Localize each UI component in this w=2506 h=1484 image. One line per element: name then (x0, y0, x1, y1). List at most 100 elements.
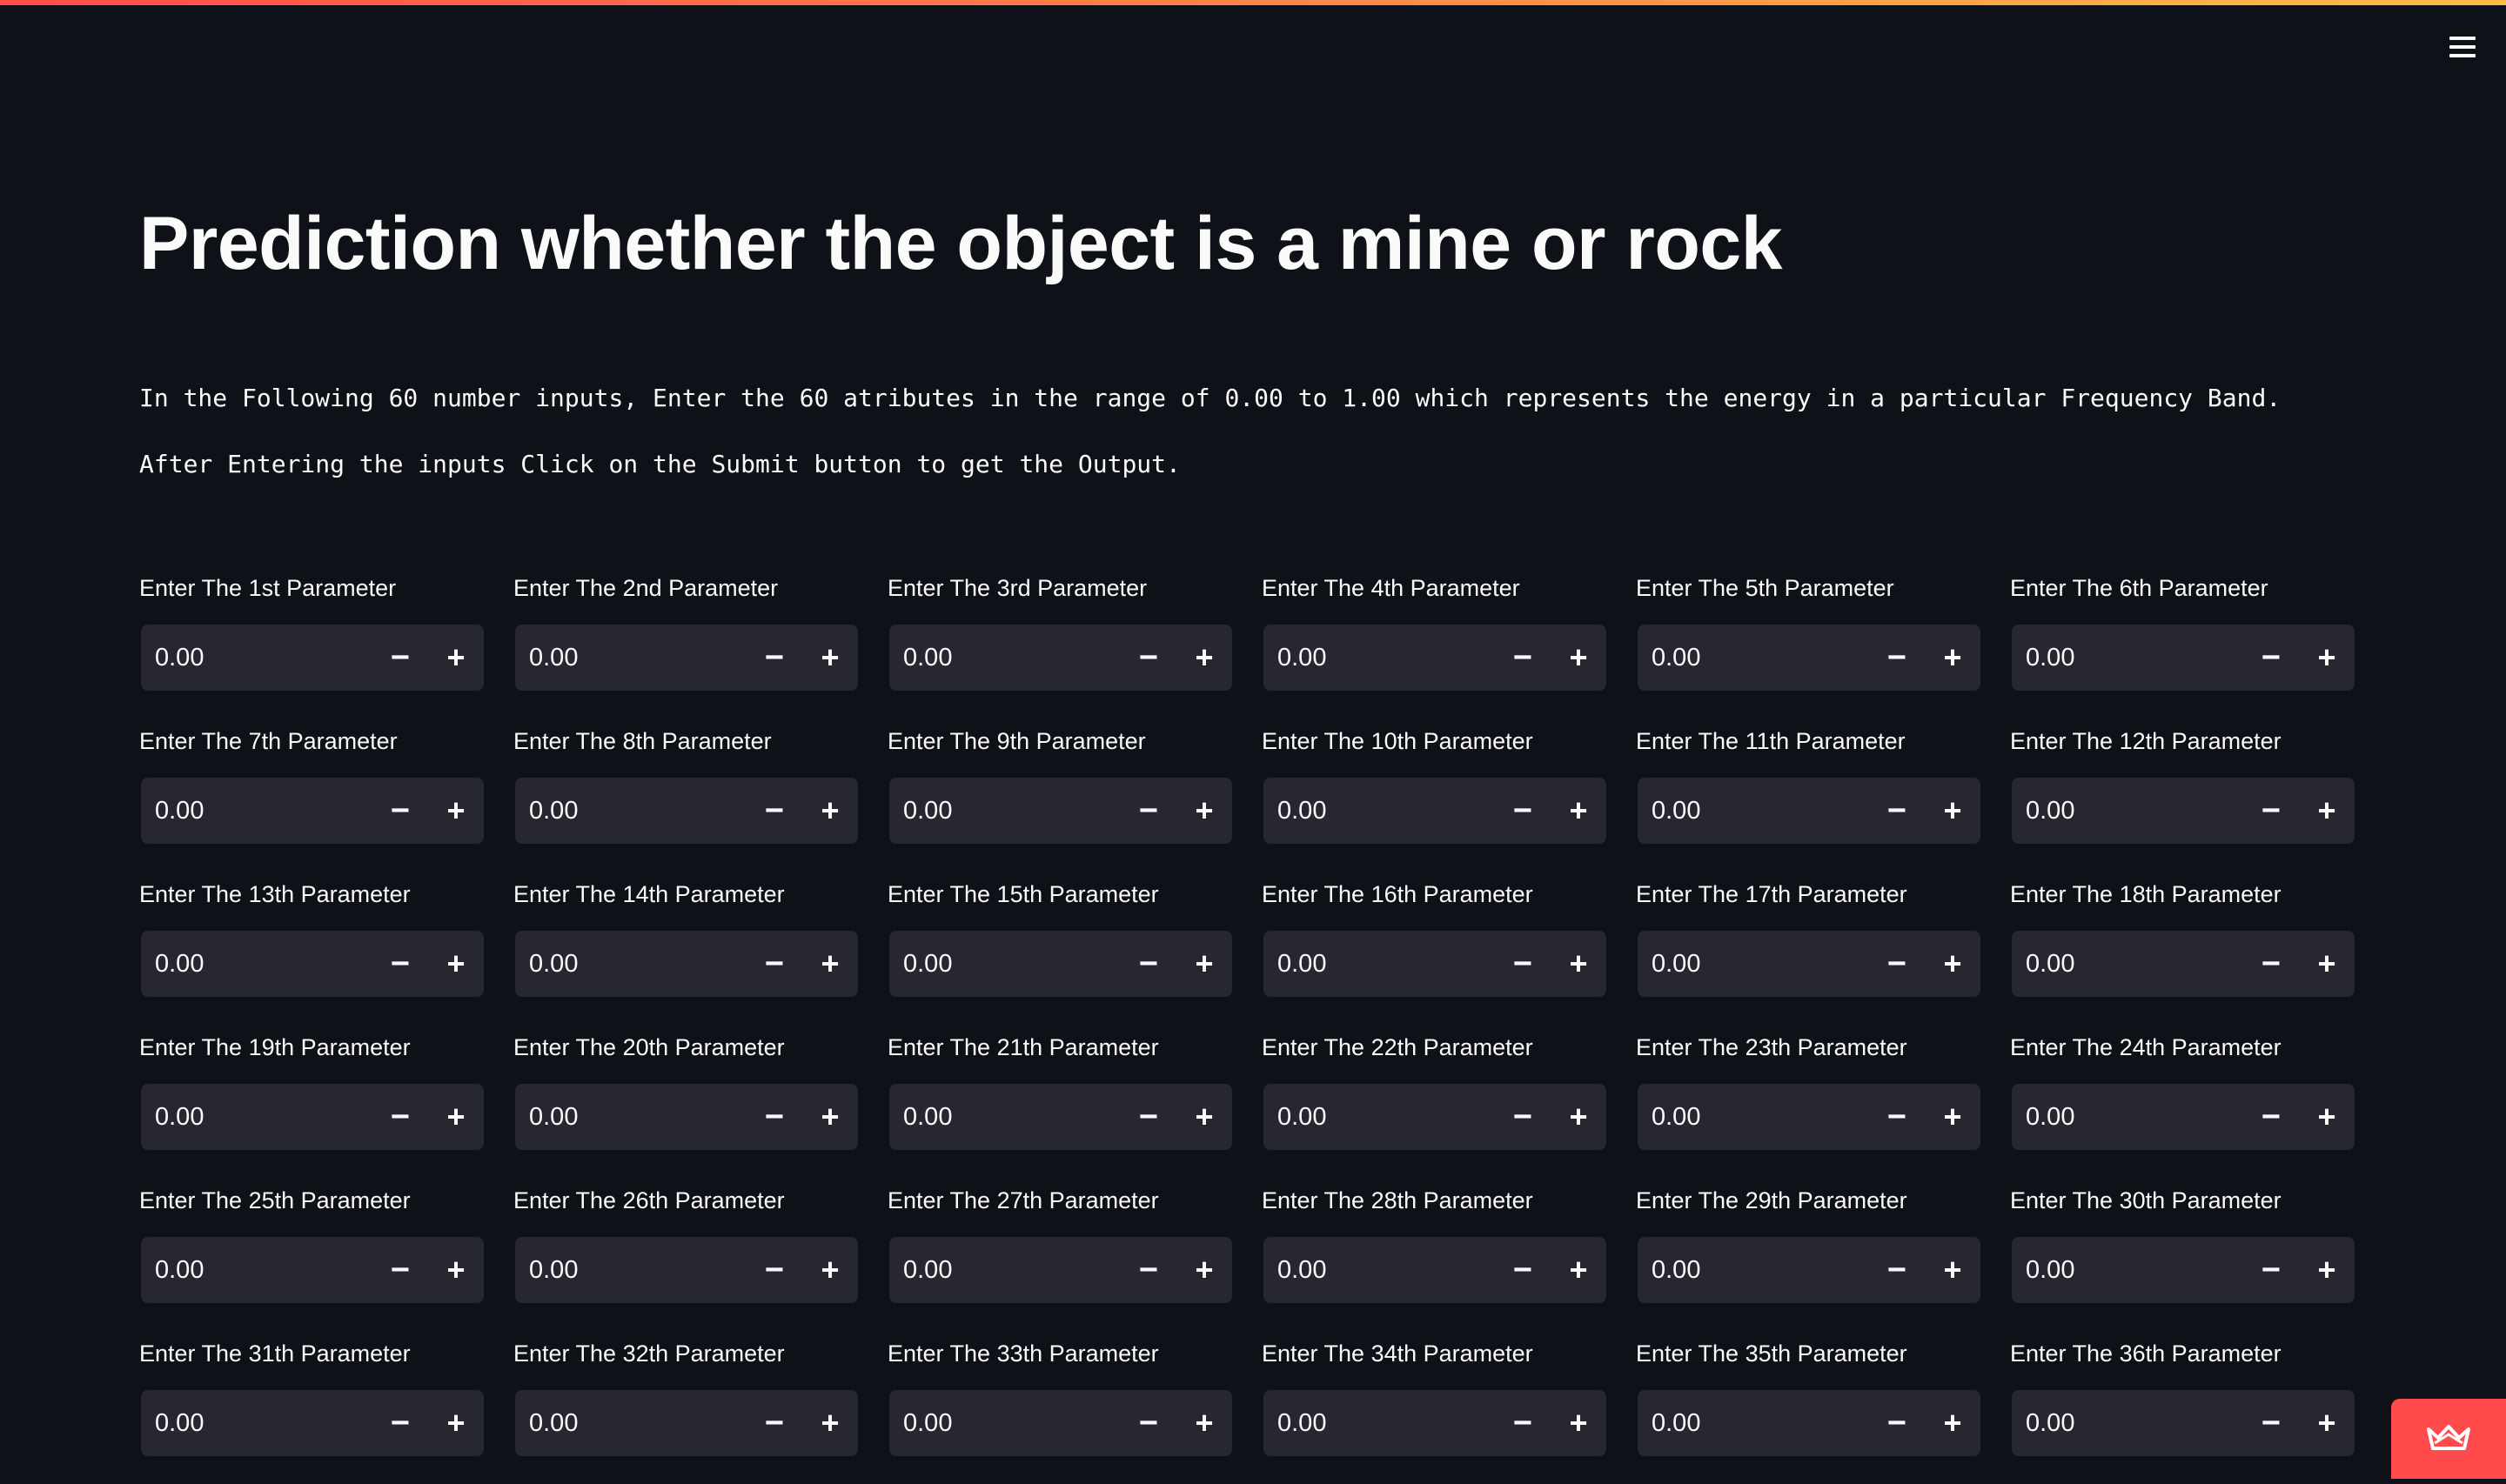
increment-button[interactable]: + (2299, 1390, 2355, 1456)
increment-button[interactable]: + (1551, 625, 1606, 691)
increment-button[interactable]: + (428, 931, 484, 997)
increment-button[interactable]: + (1551, 1237, 1606, 1303)
increment-button[interactable]: + (1176, 1237, 1232, 1303)
number-input[interactable] (2012, 1083, 2243, 1151)
decrement-button[interactable]: − (1495, 778, 1551, 844)
increment-button[interactable]: + (802, 778, 858, 844)
decrement-button[interactable]: − (372, 625, 428, 691)
number-input[interactable] (2012, 1236, 2243, 1304)
decrement-button[interactable]: − (1495, 625, 1551, 691)
decrement-button[interactable]: − (1121, 931, 1176, 997)
number-input[interactable] (889, 1236, 1121, 1304)
increment-button[interactable]: + (428, 1390, 484, 1456)
number-input[interactable] (2012, 777, 2243, 845)
decrement-button[interactable]: − (747, 1084, 802, 1150)
increment-button[interactable]: + (802, 1237, 858, 1303)
number-input[interactable] (515, 624, 747, 692)
decrement-button[interactable]: − (1869, 1084, 1925, 1150)
decrement-button[interactable]: − (1495, 1390, 1551, 1456)
decrement-button[interactable]: − (1869, 625, 1925, 691)
decrement-button[interactable]: − (1121, 1390, 1176, 1456)
increment-button[interactable]: + (1925, 1237, 1980, 1303)
increment-button[interactable]: + (1176, 778, 1232, 844)
main-menu-button[interactable] (2442, 26, 2483, 68)
decrement-button[interactable]: − (1121, 778, 1176, 844)
decrement-button[interactable]: − (2243, 1390, 2299, 1456)
number-input[interactable] (515, 930, 747, 998)
decrement-button[interactable]: − (372, 778, 428, 844)
number-input[interactable] (515, 1083, 747, 1151)
increment-button[interactable]: + (1176, 1390, 1232, 1456)
number-input[interactable] (141, 1389, 372, 1457)
number-input[interactable] (1263, 1236, 1495, 1304)
decrement-button[interactable]: − (372, 1237, 428, 1303)
decrement-button[interactable]: − (1869, 1390, 1925, 1456)
increment-button[interactable]: + (802, 1084, 858, 1150)
decrement-button[interactable]: − (1869, 778, 1925, 844)
increment-button[interactable]: + (802, 625, 858, 691)
decrement-button[interactable]: − (1495, 931, 1551, 997)
increment-button[interactable]: + (802, 1390, 858, 1456)
increment-button[interactable]: + (2299, 625, 2355, 691)
number-input[interactable] (889, 930, 1121, 998)
number-input[interactable] (1638, 777, 1869, 845)
decrement-button[interactable]: − (1869, 931, 1925, 997)
increment-button[interactable]: + (1925, 778, 1980, 844)
number-input[interactable] (889, 624, 1121, 692)
increment-button[interactable]: + (1925, 1390, 1980, 1456)
number-input[interactable] (889, 1083, 1121, 1151)
number-input[interactable] (1638, 1083, 1869, 1151)
number-input[interactable] (889, 777, 1121, 845)
decrement-button[interactable]: − (747, 1390, 802, 1456)
decrement-button[interactable]: − (747, 1237, 802, 1303)
decrement-button[interactable]: − (1869, 1237, 1925, 1303)
number-input[interactable] (1638, 1389, 1869, 1457)
increment-button[interactable]: + (428, 625, 484, 691)
decrement-button[interactable]: − (1495, 1237, 1551, 1303)
number-input[interactable] (1263, 777, 1495, 845)
decrement-button[interactable]: − (747, 625, 802, 691)
decrement-button[interactable]: − (1495, 1084, 1551, 1150)
increment-button[interactable]: + (1925, 625, 1980, 691)
number-input[interactable] (1638, 624, 1869, 692)
increment-button[interactable]: + (2299, 1237, 2355, 1303)
number-input[interactable] (1263, 1389, 1495, 1457)
number-input[interactable] (515, 1236, 747, 1304)
increment-button[interactable]: + (1551, 931, 1606, 997)
increment-button[interactable]: + (1176, 625, 1232, 691)
number-input[interactable] (1638, 1236, 1869, 1304)
increment-button[interactable]: + (2299, 778, 2355, 844)
decrement-button[interactable]: − (372, 1390, 428, 1456)
number-input[interactable] (141, 777, 372, 845)
number-input[interactable] (141, 930, 372, 998)
increment-button[interactable]: + (1925, 1084, 1980, 1150)
increment-button[interactable]: + (1925, 931, 1980, 997)
decrement-button[interactable]: − (2243, 625, 2299, 691)
number-input[interactable] (1263, 930, 1495, 998)
number-input[interactable] (1638, 930, 1869, 998)
increment-button[interactable]: + (1551, 778, 1606, 844)
decrement-button[interactable]: − (1121, 1237, 1176, 1303)
increment-button[interactable]: + (1176, 931, 1232, 997)
number-input[interactable] (141, 1083, 372, 1151)
number-input[interactable] (889, 1389, 1121, 1457)
number-input[interactable] (515, 777, 747, 845)
number-input[interactable] (2012, 624, 2243, 692)
decrement-button[interactable]: − (1121, 625, 1176, 691)
increment-button[interactable]: + (428, 778, 484, 844)
number-input[interactable] (141, 624, 372, 692)
number-input[interactable] (1263, 1083, 1495, 1151)
decrement-button[interactable]: − (747, 778, 802, 844)
streamlit-badge[interactable] (2391, 1399, 2506, 1479)
number-input[interactable] (2012, 1389, 2243, 1457)
increment-button[interactable]: + (1551, 1390, 1606, 1456)
decrement-button[interactable]: − (2243, 778, 2299, 844)
number-input[interactable] (2012, 930, 2243, 998)
number-input[interactable] (1263, 624, 1495, 692)
number-input[interactable] (515, 1389, 747, 1457)
increment-button[interactable]: + (428, 1084, 484, 1150)
decrement-button[interactable]: − (1121, 1084, 1176, 1150)
decrement-button[interactable]: − (2243, 931, 2299, 997)
decrement-button[interactable]: − (2243, 1084, 2299, 1150)
increment-button[interactable]: + (1176, 1084, 1232, 1150)
